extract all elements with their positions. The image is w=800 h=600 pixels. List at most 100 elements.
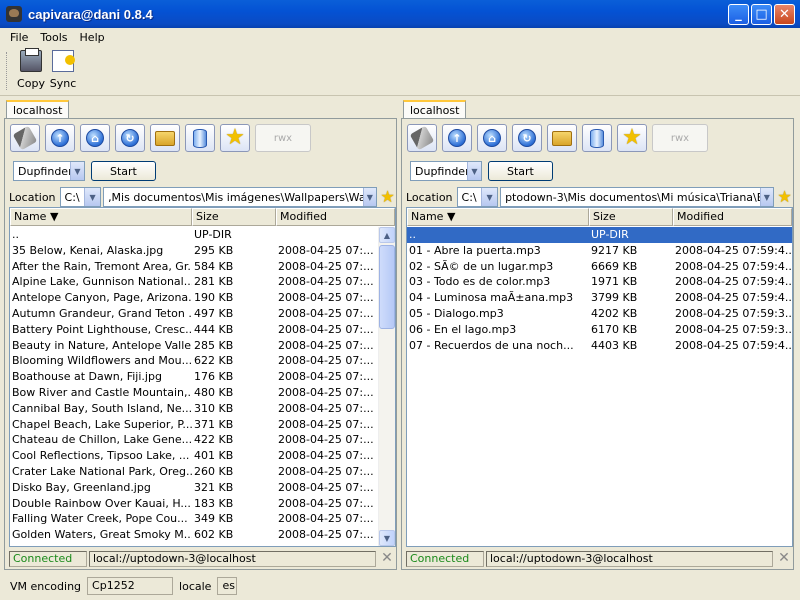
maximize-button[interactable]: □ <box>751 3 772 25</box>
refresh-button[interactable]: ↻ <box>512 124 542 152</box>
cell-modified: 2008-04-25 07:59:3... <box>675 306 792 320</box>
cell-name: Crater Lake National Park, Oreg... <box>12 464 192 478</box>
table-row[interactable]: 01 - Abre la puerta.mp3 9217 KB 2008-04-25… <box>407 243 792 259</box>
toolbar-grip[interactable] <box>6 52 9 90</box>
cell-modified: 2008-04-25 07:59:4... <box>675 259 792 273</box>
table-row[interactable]: Cannibal Bay, South Island, Ne... 310 KB 2… <box>10 401 378 417</box>
menu-tools[interactable]: Tools <box>34 31 73 44</box>
scroll-thumb[interactable] <box>379 245 395 329</box>
table-row[interactable]: Beauty in Nature, Antelope Valle... 285 K… <box>10 338 378 354</box>
rwx-button[interactable]: rwx <box>652 124 708 152</box>
disconnect-icon[interactable]: ✕ <box>378 550 396 567</box>
start-button[interactable]: Start <box>488 161 553 181</box>
cell-size: 1971 KB <box>591 275 638 289</box>
drive-select[interactable]: C:\ ▼ <box>456 187 499 207</box>
table-row[interactable]: .. UP-DIR <box>10 227 378 243</box>
refresh-icon: ↻ <box>518 129 536 147</box>
up-button[interactable]: ↑ <box>45 124 75 152</box>
sync-button[interactable]: Sync <box>46 50 80 90</box>
cell-modified: 2008-04-25 07:59:4... <box>675 338 792 352</box>
cell-size: 6170 KB <box>591 322 638 336</box>
connect-button[interactable] <box>10 124 40 152</box>
drive-button[interactable] <box>185 124 215 152</box>
tab-localhost[interactable]: localhost <box>6 100 70 119</box>
chevron-down-icon[interactable]: ▼ <box>481 188 498 206</box>
drive-button[interactable] <box>582 124 612 152</box>
home-button[interactable]: ⌂ <box>477 124 507 152</box>
tab-localhost[interactable]: localhost <box>403 100 467 119</box>
column-name-header[interactable]: Name ▼ <box>10 208 192 226</box>
table-row[interactable]: Falling Water Creek, Pope Cou... 349 KB 20… <box>10 511 378 527</box>
bookmark-star-icon[interactable]: ★ <box>379 188 396 206</box>
table-row[interactable]: Battery Point Lighthouse, Cresc... 444 KB… <box>10 322 378 338</box>
copy-button[interactable]: Copy <box>14 48 48 90</box>
column-size-header[interactable]: Size <box>192 208 276 226</box>
table-row[interactable]: Antelope Canyon, Page, Arizona... 190 KB 2… <box>10 290 378 306</box>
table-row[interactable]: Chapel Beach, Lake Superior, P... 371 KB 2… <box>10 417 378 433</box>
sync-label: Sync <box>49 77 77 90</box>
vertical-scrollbar[interactable]: ▲ ▼ <box>378 227 395 546</box>
table-row[interactable]: Golden Waters, Great Smoky M... 602 KB 200… <box>10 527 378 543</box>
bookmark-button[interactable]: ★ <box>220 124 250 152</box>
table-row[interactable]: Boathouse at Dawn, Fiji.jpg 176 KB 2008-04… <box>10 369 378 385</box>
connect-button[interactable] <box>407 124 437 152</box>
table-row[interactable]: After the Rain, Tremont Area, Gr... 584 K… <box>10 259 378 275</box>
chevron-down-icon[interactable]: ▼ <box>84 188 101 206</box>
table-row[interactable]: 35 Below, Kenai, Alaska.jpg 295 KB 2008-04… <box>10 243 378 259</box>
column-name-header[interactable]: Name ▼ <box>407 208 589 226</box>
column-modified-header[interactable]: Modified <box>276 208 395 226</box>
table-row[interactable]: .. UP-DIR <box>407 227 792 243</box>
scroll-down-icon[interactable]: ▼ <box>379 530 395 546</box>
menu-help[interactable]: Help <box>74 31 111 44</box>
chevron-down-icon[interactable]: ▼ <box>466 162 481 180</box>
table-row[interactable]: 03 - Todo es de color.mp3 1971 KB 2008-04-… <box>407 274 792 290</box>
chevron-down-icon[interactable]: ▼ <box>759 188 774 206</box>
table-row[interactable]: Chateau de Chillon, Lake Gene... 422 KB 20… <box>10 432 378 448</box>
table-row[interactable]: Green Beach, Big Island, Hawai...254 KB2… <box>10 543 378 546</box>
new-folder-button[interactable] <box>150 124 180 152</box>
table-row[interactable]: Alpine Lake, Gunnison National... 281 KB 2… <box>10 274 378 290</box>
table-row[interactable]: Autumn Grandeur, Grand Teton ... 497 KB 20… <box>10 306 378 322</box>
mode-select[interactable]: Dupfinder ▼ <box>410 161 482 181</box>
cell-modified: 2008-04-25 07:... <box>278 512 374 526</box>
column-modified-header[interactable]: Modified <box>673 208 792 226</box>
chevron-down-icon[interactable]: ▼ <box>362 188 377 206</box>
table-row[interactable]: 07 - Recuerdos de una noch... 4403 KB 2008… <box>407 338 792 354</box>
table-row[interactable]: Disko Bay, Greenland.jpg 321 KB 2008-04-25… <box>10 480 378 496</box>
bookmark-star-icon[interactable]: ★ <box>776 188 793 206</box>
table-row[interactable]: Bow River and Castle Mountain,... 480 KB 2… <box>10 385 378 401</box>
disconnect-icon[interactable]: ✕ <box>775 550 793 567</box>
chevron-down-icon[interactable]: ▼ <box>69 162 84 180</box>
cell-size: 444 KB <box>194 322 234 336</box>
cell-name: Cool Reflections, Tipsoo Lake, ... <box>12 449 190 463</box>
menu-file[interactable]: File <box>4 31 34 44</box>
close-button[interactable]: ✕ <box>774 3 795 25</box>
minimize-button[interactable]: _ <box>728 3 749 25</box>
home-button[interactable]: ⌂ <box>80 124 110 152</box>
table-row[interactable]: 05 - Dialogo.mp3 4202 KB 2008-04-25 07:59:… <box>407 306 792 322</box>
bookmark-button[interactable]: ★ <box>617 124 647 152</box>
rwx-button[interactable]: rwx <box>255 124 311 152</box>
mode-select[interactable]: Dupfinder ▼ <box>13 161 85 181</box>
table-row[interactable]: 02 - SÃ© de un lugar.mp3 6669 KB 2008-04-2… <box>407 259 792 275</box>
start-button[interactable]: Start <box>91 161 156 181</box>
cell-modified: 2008-04-25 07:59:4... <box>675 275 792 289</box>
table-row[interactable]: Cool Reflections, Tipsoo Lake, ... 401 KB… <box>10 448 378 464</box>
new-folder-button[interactable] <box>547 124 577 152</box>
table-row[interactable]: Blooming Wildflowers and Mou... 622 KB 200… <box>10 353 378 369</box>
path-select[interactable]: ptodown-3\Mis documentos\Mi música\Trian… <box>500 187 775 207</box>
cell-modified: 2008-04-25 07:... <box>278 259 374 273</box>
cell-name: Cannibal Bay, South Island, Ne... <box>12 401 192 415</box>
scroll-up-icon[interactable]: ▲ <box>379 227 395 243</box>
path-select[interactable]: ,Mis documentos\Mis imágenes\Wallpapers\… <box>103 187 378 207</box>
table-row[interactable]: Double Rainbow Over Kauai, H... 183 KB 200… <box>10 496 378 512</box>
table-row[interactable]: Crater Lake National Park, Oreg... 260 KB… <box>10 464 378 480</box>
drive-select[interactable]: C:\ ▼ <box>59 187 102 207</box>
drive-value: C:\ <box>64 190 80 204</box>
table-row[interactable]: 06 - En el lago.mp3 6170 KB 2008-04-25 07:… <box>407 322 792 338</box>
toolbar: Copy Sync <box>0 46 800 96</box>
refresh-button[interactable]: ↻ <box>115 124 145 152</box>
up-button[interactable]: ↑ <box>442 124 472 152</box>
column-size-header[interactable]: Size <box>589 208 673 226</box>
table-row[interactable]: 04 - Luminosa maÃ±ana.mp3 3799 KB 2008-04-… <box>407 290 792 306</box>
